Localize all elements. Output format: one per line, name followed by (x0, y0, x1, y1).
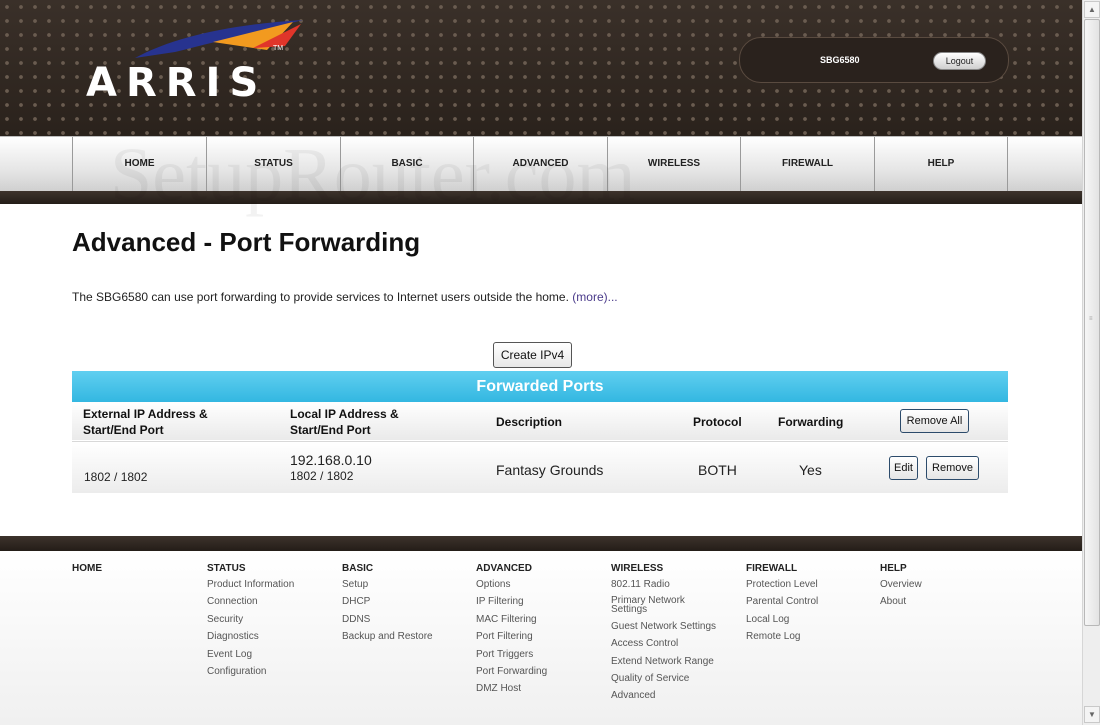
remove-button[interactable]: Remove (926, 456, 979, 480)
footer-link[interactable]: Primary Network Settings (611, 596, 706, 615)
footer-heading-home[interactable]: HOME (72, 563, 102, 574)
vertical-scrollbar[interactable]: ▲ ≡ ▼ (1082, 0, 1100, 725)
footer-link[interactable]: MAC Filtering (476, 614, 594, 625)
user-panel: SBG6580 Logout (739, 37, 1009, 83)
nav-advanced[interactable]: ADVANCED (473, 137, 607, 191)
footer-link[interactable]: Remote Log (746, 631, 864, 642)
scrollbar-thumb[interactable]: ≡ (1084, 19, 1100, 626)
intro-text: The SBG6580 can use port forwarding to p… (72, 290, 618, 304)
intro-description: The SBG6580 can use port forwarding to p… (72, 290, 569, 304)
header-local-line1: Local IP Address & (290, 407, 399, 421)
header-external-line1: External IP Address & (83, 407, 208, 421)
footer-link[interactable]: Access Control (611, 638, 729, 649)
footer-link[interactable]: Advanced (611, 690, 729, 701)
footer-col-basic: BASIC Setup DHCP DDNS Backup and Restore (342, 563, 460, 649)
footer: HOME STATUS Product Information Connecti… (0, 551, 1082, 725)
footer-link[interactable]: DHCP (342, 596, 460, 607)
header-forwarding: Forwarding (778, 415, 844, 429)
footer-link[interactable]: IP Filtering (476, 596, 594, 607)
footer-bar (0, 536, 1082, 551)
arris-logo[interactable]: ARRIS TM (80, 18, 320, 106)
page-title: Advanced - Port Forwarding (72, 227, 421, 257)
footer-heading-firewall[interactable]: FIREWALL (746, 563, 864, 574)
footer-col-help: HELP Overview About (880, 563, 998, 614)
footer-link[interactable]: Local Log (746, 614, 864, 625)
footer-link[interactable]: Event Log (207, 649, 325, 660)
nav-status[interactable]: STATUS (206, 137, 340, 191)
header: ARRIS TM SBG6580 Logout (0, 0, 1082, 136)
footer-link[interactable]: Configuration (207, 666, 325, 677)
header-external-line2: Start/End Port (83, 423, 164, 437)
footer-link[interactable]: Overview (880, 579, 998, 590)
footer-link[interactable]: Guest Network Settings (611, 621, 729, 632)
footer-link[interactable]: 802.11 Radio (611, 579, 729, 590)
footer-col-home: HOME (72, 563, 102, 579)
footer-heading-advanced[interactable]: ADVANCED (476, 563, 594, 574)
nav-home[interactable]: HOME (72, 137, 206, 191)
footer-link[interactable]: Protection Level (746, 579, 864, 590)
header-local-line2: Start/End Port (290, 423, 371, 437)
footer-heading-status[interactable]: STATUS (207, 563, 325, 574)
grip-icon: ≡ (1089, 316, 1093, 322)
create-ipv4-button[interactable]: Create IPv4 (493, 342, 572, 368)
table-header: External IP Address & Start/End Port Loc… (72, 402, 1008, 440)
nav-wireless[interactable]: WIRELESS (607, 137, 740, 191)
footer-heading-wireless[interactable]: WIRELESS (611, 563, 729, 574)
local-port: 1802 / 1802 (290, 469, 354, 483)
header-local: Local IP Address & Start/End Port (290, 406, 399, 438)
local-ip: 192.168.0.10 (290, 452, 372, 468)
footer-link[interactable]: Product Information (207, 579, 325, 590)
row-forwarding: Yes (799, 462, 822, 478)
edit-button[interactable]: Edit (889, 456, 918, 480)
nav-basic[interactable]: BASIC (340, 137, 473, 191)
footer-col-status: STATUS Product Information Connection Se… (207, 563, 325, 683)
logout-button[interactable]: Logout (933, 52, 986, 70)
nav-divider (1007, 137, 1008, 191)
remove-all-button[interactable]: Remove All (900, 409, 969, 433)
footer-link[interactable]: Parental Control (746, 596, 864, 607)
footer-col-wireless: WIRELESS 802.11 Radio Primary Network Se… (611, 563, 729, 708)
logo-swoosh-icon (135, 20, 303, 58)
scroll-down-icon[interactable]: ▼ (1084, 706, 1100, 723)
scroll-up-icon[interactable]: ▲ (1084, 1, 1100, 18)
footer-col-advanced: ADVANCED Options IP Filtering MAC Filter… (476, 563, 594, 701)
header-protocol: Protocol (693, 415, 742, 429)
footer-link[interactable]: Diagnostics (207, 631, 325, 642)
footer-col-firewall: FIREWALL Protection Level Parental Contr… (746, 563, 864, 649)
footer-link[interactable]: About (880, 596, 998, 607)
footer-link[interactable]: Extend Network Range (611, 656, 729, 667)
row-protocol: BOTH (698, 462, 737, 478)
footer-link[interactable]: Options (476, 579, 594, 590)
logo-trademark: TM (273, 45, 284, 52)
footer-heading-help[interactable]: HELP (880, 563, 998, 574)
nav-bottom-bar (0, 191, 1082, 204)
footer-link[interactable]: Port Filtering (476, 631, 594, 642)
footer-link[interactable]: Quality of Service (611, 673, 729, 684)
logo-text: ARRIS (86, 60, 268, 106)
footer-link[interactable]: Port Triggers (476, 649, 594, 660)
footer-heading-basic[interactable]: BASIC (342, 563, 460, 574)
nav-firewall[interactable]: FIREWALL (740, 137, 874, 191)
footer-link[interactable]: Setup (342, 579, 460, 590)
table-row: 1802 / 1802 192.168.0.10 1802 / 1802 Fan… (72, 441, 1008, 493)
more-link[interactable]: (more)... (572, 290, 617, 304)
footer-link[interactable]: Backup and Restore (342, 631, 460, 642)
footer-link[interactable]: Connection (207, 596, 325, 607)
header-external: External IP Address & Start/End Port (83, 406, 208, 438)
header-description: Description (496, 415, 563, 429)
footer-link[interactable]: Security (207, 614, 325, 625)
nav-help[interactable]: HELP (874, 137, 1007, 191)
table-title: Forwarded Ports (72, 371, 1008, 402)
external-port: 1802 / 1802 (84, 470, 148, 484)
footer-link[interactable]: Port Forwarding (476, 666, 594, 677)
main-nav: HOME STATUS BASIC ADVANCED WIRELESS FIRE… (0, 136, 1082, 191)
device-name: SBG6580 (820, 55, 860, 65)
row-description: Fantasy Grounds (496, 462, 604, 478)
footer-link[interactable]: DDNS (342, 614, 460, 625)
footer-link[interactable]: DMZ Host (476, 683, 594, 694)
